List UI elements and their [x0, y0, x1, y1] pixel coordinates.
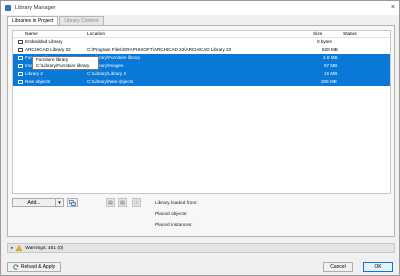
row-size: 206 MB: [321, 79, 337, 84]
add-button[interactable]: Add...: [12, 198, 56, 207]
window-title: Library Manager: [15, 5, 56, 11]
library-manager-window: Library Manager × Libraries in Project L…: [0, 0, 400, 276]
warnings-count: Warnings: 451 (0): [25, 245, 64, 251]
row-name: Library 2: [25, 71, 43, 76]
expand-arrow-icon[interactable]: ▸: [11, 245, 13, 251]
table-row-embedded-library[interactable]: Embedded Library 0 bytes: [13, 38, 390, 46]
row-location: C:\Library\New objects: [87, 79, 134, 84]
table-row-new-objects[interactable]: New objects C:\Library\New objects 206 M…: [13, 78, 390, 86]
info-icon: ⓘ: [133, 200, 139, 206]
archicad-app-icon: [5, 5, 11, 11]
column-header-location[interactable]: Location: [87, 31, 105, 38]
reload-apply-label: Reload & Apply: [20, 264, 56, 270]
library-loaded-from-label: Library loaded from:: [155, 201, 198, 206]
placed-instances-label: Placed instances:: [155, 223, 193, 228]
row-name: Embedded Library: [25, 39, 63, 44]
reload-apply-button[interactable]: Reload & Apply: [7, 262, 61, 272]
list-header: Name Location Size Status: [13, 31, 390, 38]
warning-icon: [16, 245, 23, 251]
cancel-label: Cancel: [330, 264, 346, 270]
row-tooltip: Furniture library C:\Library\Furniture l…: [32, 56, 99, 70]
reload-icon: [13, 264, 19, 270]
row-location: C:\Program Files\GRAPHISOFT\ARCHICAD 22\…: [87, 47, 232, 52]
folder-icon: [18, 48, 23, 52]
tooltip-path: C:\Library\Furniture library: [36, 63, 90, 68]
row-name: New objects: [25, 79, 51, 84]
folder-icon: [18, 56, 23, 60]
row-location: C:\Library\Library 2: [87, 71, 127, 76]
chevron-down-icon: ▾: [58, 199, 61, 206]
folder-icon: [18, 72, 23, 76]
close-icon[interactable]: ×: [391, 3, 395, 12]
tab-libraries-in-project[interactable]: Libraries in Project: [7, 16, 59, 25]
row-size: 2.8 MB: [323, 55, 338, 60]
folder-icon: [18, 64, 23, 68]
library-stack-icon: [69, 199, 76, 206]
column-header-name[interactable]: Name: [25, 31, 38, 38]
move-down-button[interactable]: ▤: [118, 198, 127, 207]
table-row-library-2[interactable]: Library 2 C:\Library\Library 2 15 MB: [13, 70, 390, 78]
library-icon: ▤: [108, 199, 113, 206]
row-size: 57 MB: [324, 63, 338, 68]
library-icon: ▤: [120, 199, 125, 206]
library-info-box: Library loaded from: Placed objects: Pla…: [151, 198, 391, 234]
row-size: 0 bytes: [317, 39, 332, 44]
column-header-status[interactable]: Status: [343, 31, 357, 38]
warnings-bar[interactable]: ▸ Warnings: 451 (0): [7, 243, 395, 253]
add-dropdown-button[interactable]: ▾: [55, 198, 64, 207]
move-up-button[interactable]: ▤: [106, 198, 115, 207]
embedded-library-icon: [18, 40, 23, 44]
ok-label: OK: [374, 264, 382, 270]
library-list[interactable]: Name Location Size Status Embedded Libra…: [12, 30, 391, 194]
folder-icon: [18, 80, 23, 84]
column-header-size[interactable]: Size: [313, 31, 322, 38]
placed-objects-label: Placed objects:: [155, 212, 188, 217]
tab-library-content[interactable]: Library Content: [59, 16, 104, 25]
row-name: ARCHICAD Library 22: [25, 47, 71, 52]
cancel-button[interactable]: Cancel: [323, 262, 353, 272]
add-button-label: Add...: [27, 199, 41, 206]
library-info-button[interactable]: ⓘ: [132, 198, 141, 207]
title-bar: Library Manager ×: [1, 1, 399, 15]
ok-button[interactable]: OK: [363, 262, 393, 272]
library-options-button[interactable]: [67, 198, 78, 207]
table-row-archicad-library[interactable]: ARCHICAD Library 22 C:\Program Files\GRA…: [13, 46, 390, 54]
row-size: 15 MB: [324, 71, 338, 76]
row-size: 628 MB: [322, 47, 338, 52]
tab-bar: Libraries in Project Library Content: [7, 16, 105, 25]
